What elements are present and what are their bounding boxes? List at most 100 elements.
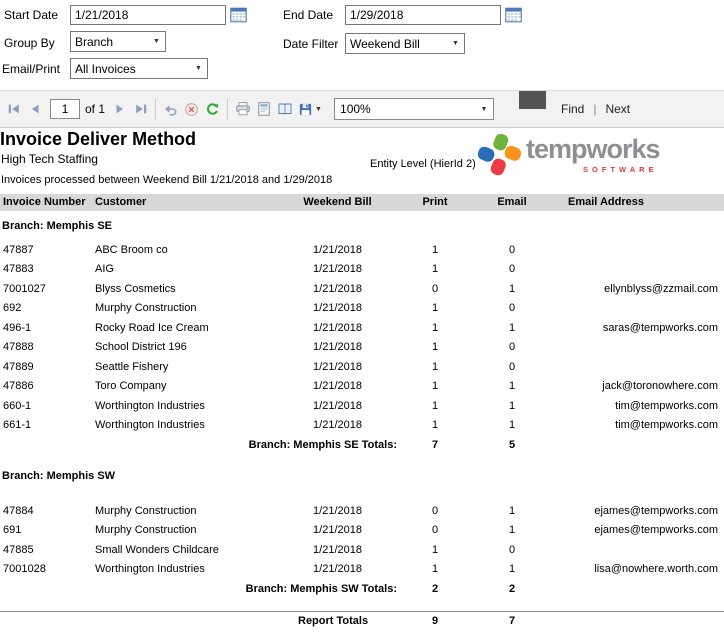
- date-filter-label: Date Filter: [283, 37, 339, 51]
- table-header-row: Invoice Number Customer Weekend Bill Pri…: [0, 194, 724, 211]
- column-header-invoice-number: Invoice Number: [3, 196, 86, 208]
- page-setup-icon: [278, 103, 291, 115]
- toolbar-separator: [227, 98, 229, 120]
- logo-text: tempworks SOFTWARE: [526, 134, 661, 174]
- cell-customer: Worthington Industries: [95, 419, 205, 431]
- chevron-down-icon: ▼: [315, 105, 322, 113]
- cell-customer: Blyss Cosmetics: [95, 282, 176, 295]
- cell-email: 0: [508, 302, 516, 314]
- cell-weekend-bill: 1/21/2018: [313, 504, 362, 517]
- find-link[interactable]: Find: [561, 102, 584, 116]
- cell-weekend-bill: 1/21/2018: [313, 302, 362, 314]
- find-next-area: Find | Next: [561, 91, 630, 127]
- scrollbar-fragment[interactable]: [519, 91, 546, 109]
- group-email-total: 5: [508, 438, 516, 451]
- cell-weekend-bill: 1/21/2018: [313, 543, 362, 556]
- cell-invoice-number: 47883: [3, 263, 34, 275]
- cell-email-address: lisa@nowhere.worth.com: [594, 563, 718, 575]
- last-page-icon: [135, 104, 146, 114]
- report-totals-row: Report Totals 9 7: [0, 611, 724, 631]
- table-row: 47884 Murphy Construction 1/21/2018 0 1 ejame…: [0, 502, 724, 522]
- group-totals-label: Branch: Memphis SE Totals:: [248, 438, 397, 451]
- chevron-down-icon: ▼: [452, 40, 459, 47]
- cell-invoice-number: 691: [3, 524, 22, 536]
- cell-print: 0: [431, 282, 439, 295]
- cell-print: 1: [431, 321, 439, 334]
- print-button[interactable]: [232, 97, 253, 122]
- table-row: 47889 Seattle Fishery 1/21/2018 1 0: [0, 358, 724, 378]
- cell-email: 0: [508, 341, 516, 353]
- group-by-select[interactable]: Branch ▼: [70, 31, 166, 52]
- first-page-button[interactable]: [3, 97, 24, 122]
- table-row: 47888 School District 196 1/21/2018 1 0: [0, 338, 724, 358]
- report-email-total: 7: [508, 615, 516, 627]
- start-date-input[interactable]: [70, 5, 226, 25]
- tempworks-logo: tempworks SOFTWARE: [478, 134, 661, 176]
- cell-print: 1: [431, 543, 439, 556]
- page-setup-button[interactable]: [274, 97, 295, 122]
- date-filter-select[interactable]: Weekend Bill ▼: [345, 33, 465, 54]
- back-arrow-icon: [164, 104, 177, 115]
- cancel-icon: [185, 102, 198, 116]
- column-header-print: Print: [422, 196, 448, 208]
- cell-print: 1: [431, 399, 439, 412]
- email-print-label: Email/Print: [2, 62, 61, 76]
- cell-customer: Murphy Construction: [95, 504, 197, 517]
- end-date-label: End Date: [283, 8, 334, 22]
- export-button[interactable]: ▼: [295, 97, 325, 122]
- cell-weekend-bill: 1/21/2018: [313, 419, 362, 431]
- parameter-panel: Start Date End Date Group By Branch: [0, 0, 724, 90]
- group-heading: Branch: Memphis SE: [2, 220, 113, 232]
- print-layout-button[interactable]: [253, 97, 274, 122]
- table-row: 691 Murphy Construction 1/21/2018 0 1 ejames@…: [0, 521, 724, 541]
- cell-weekend-bill: 1/21/2018: [313, 282, 362, 295]
- back-to-parent-button[interactable]: [160, 97, 181, 122]
- logo-software-text: SOFTWARE: [583, 165, 658, 174]
- find-next-divider: |: [593, 102, 597, 116]
- cell-print: 1: [431, 380, 439, 392]
- cell-print: 1: [431, 419, 439, 431]
- table-row: 692 Murphy Construction 1/21/2018 1 0: [0, 299, 724, 319]
- group-rows: 47887 ABC Broom co 1/21/2018 1 0 47883 AIG 1/21…: [0, 241, 724, 436]
- logo-brand-text: tempworks: [526, 134, 661, 164]
- table-row: 47885 Small Wonders Childcare 1/21/2018 1 0: [0, 541, 724, 561]
- group-print-total: 2: [431, 582, 439, 595]
- cell-weekend-bill: 1/21/2018: [313, 380, 362, 392]
- refresh-icon: [207, 102, 219, 115]
- cell-customer: Murphy Construction: [95, 302, 197, 314]
- table-row: 7001027 Blyss Cosmetics 1/21/2018 0 1 ellynbl…: [0, 280, 724, 300]
- group-rows: 47884 Murphy Construction 1/21/2018 0 1 ejame…: [0, 502, 724, 580]
- group-by-label: Group By: [4, 36, 55, 50]
- cell-email: 0: [508, 543, 516, 556]
- refresh-button[interactable]: [202, 97, 223, 122]
- export-save-icon: [299, 103, 312, 115]
- table-row: 47887 ABC Broom co 1/21/2018 1 0: [0, 241, 724, 261]
- group-email-total: 2: [508, 582, 516, 595]
- previous-page-button[interactable]: [24, 97, 45, 122]
- start-date-label: Start Date: [4, 8, 59, 22]
- group-totals-row: Branch: Memphis SE Totals: 7 5: [0, 436, 724, 456]
- cell-weekend-bill: 1/21/2018: [313, 524, 362, 536]
- cell-print: 1: [431, 243, 439, 256]
- cell-invoice-number: 47884: [3, 504, 34, 517]
- groups-container: Branch: Memphis SE 47887 ABC Broom co 1/21/…: [0, 217, 724, 599]
- cell-customer: Worthington Industries: [95, 399, 205, 412]
- page-number-input[interactable]: [50, 99, 80, 119]
- zoom-select[interactable]: 100% ▼: [334, 98, 495, 120]
- cell-email-address: saras@tempworks.com: [602, 321, 718, 334]
- next-link[interactable]: Next: [605, 102, 630, 116]
- cell-customer: Murphy Construction: [95, 524, 197, 536]
- cell-customer: Worthington Industries: [95, 563, 205, 575]
- cell-print: 1: [431, 563, 439, 575]
- stop-rendering-button[interactable]: [181, 97, 202, 122]
- email-print-select[interactable]: All Invoices ▼: [70, 58, 208, 79]
- end-date-input[interactable]: [345, 5, 501, 25]
- start-date-calendar-button[interactable]: [228, 5, 248, 25]
- date-filter-value: Weekend Bill: [350, 36, 420, 51]
- last-page-button[interactable]: [130, 97, 151, 122]
- end-date-calendar-button[interactable]: [503, 5, 523, 25]
- cell-print: 0: [431, 524, 439, 536]
- report-totals-label: Report Totals: [298, 615, 369, 627]
- tempworks-logo-icon: [478, 134, 522, 176]
- next-page-button[interactable]: [109, 97, 130, 122]
